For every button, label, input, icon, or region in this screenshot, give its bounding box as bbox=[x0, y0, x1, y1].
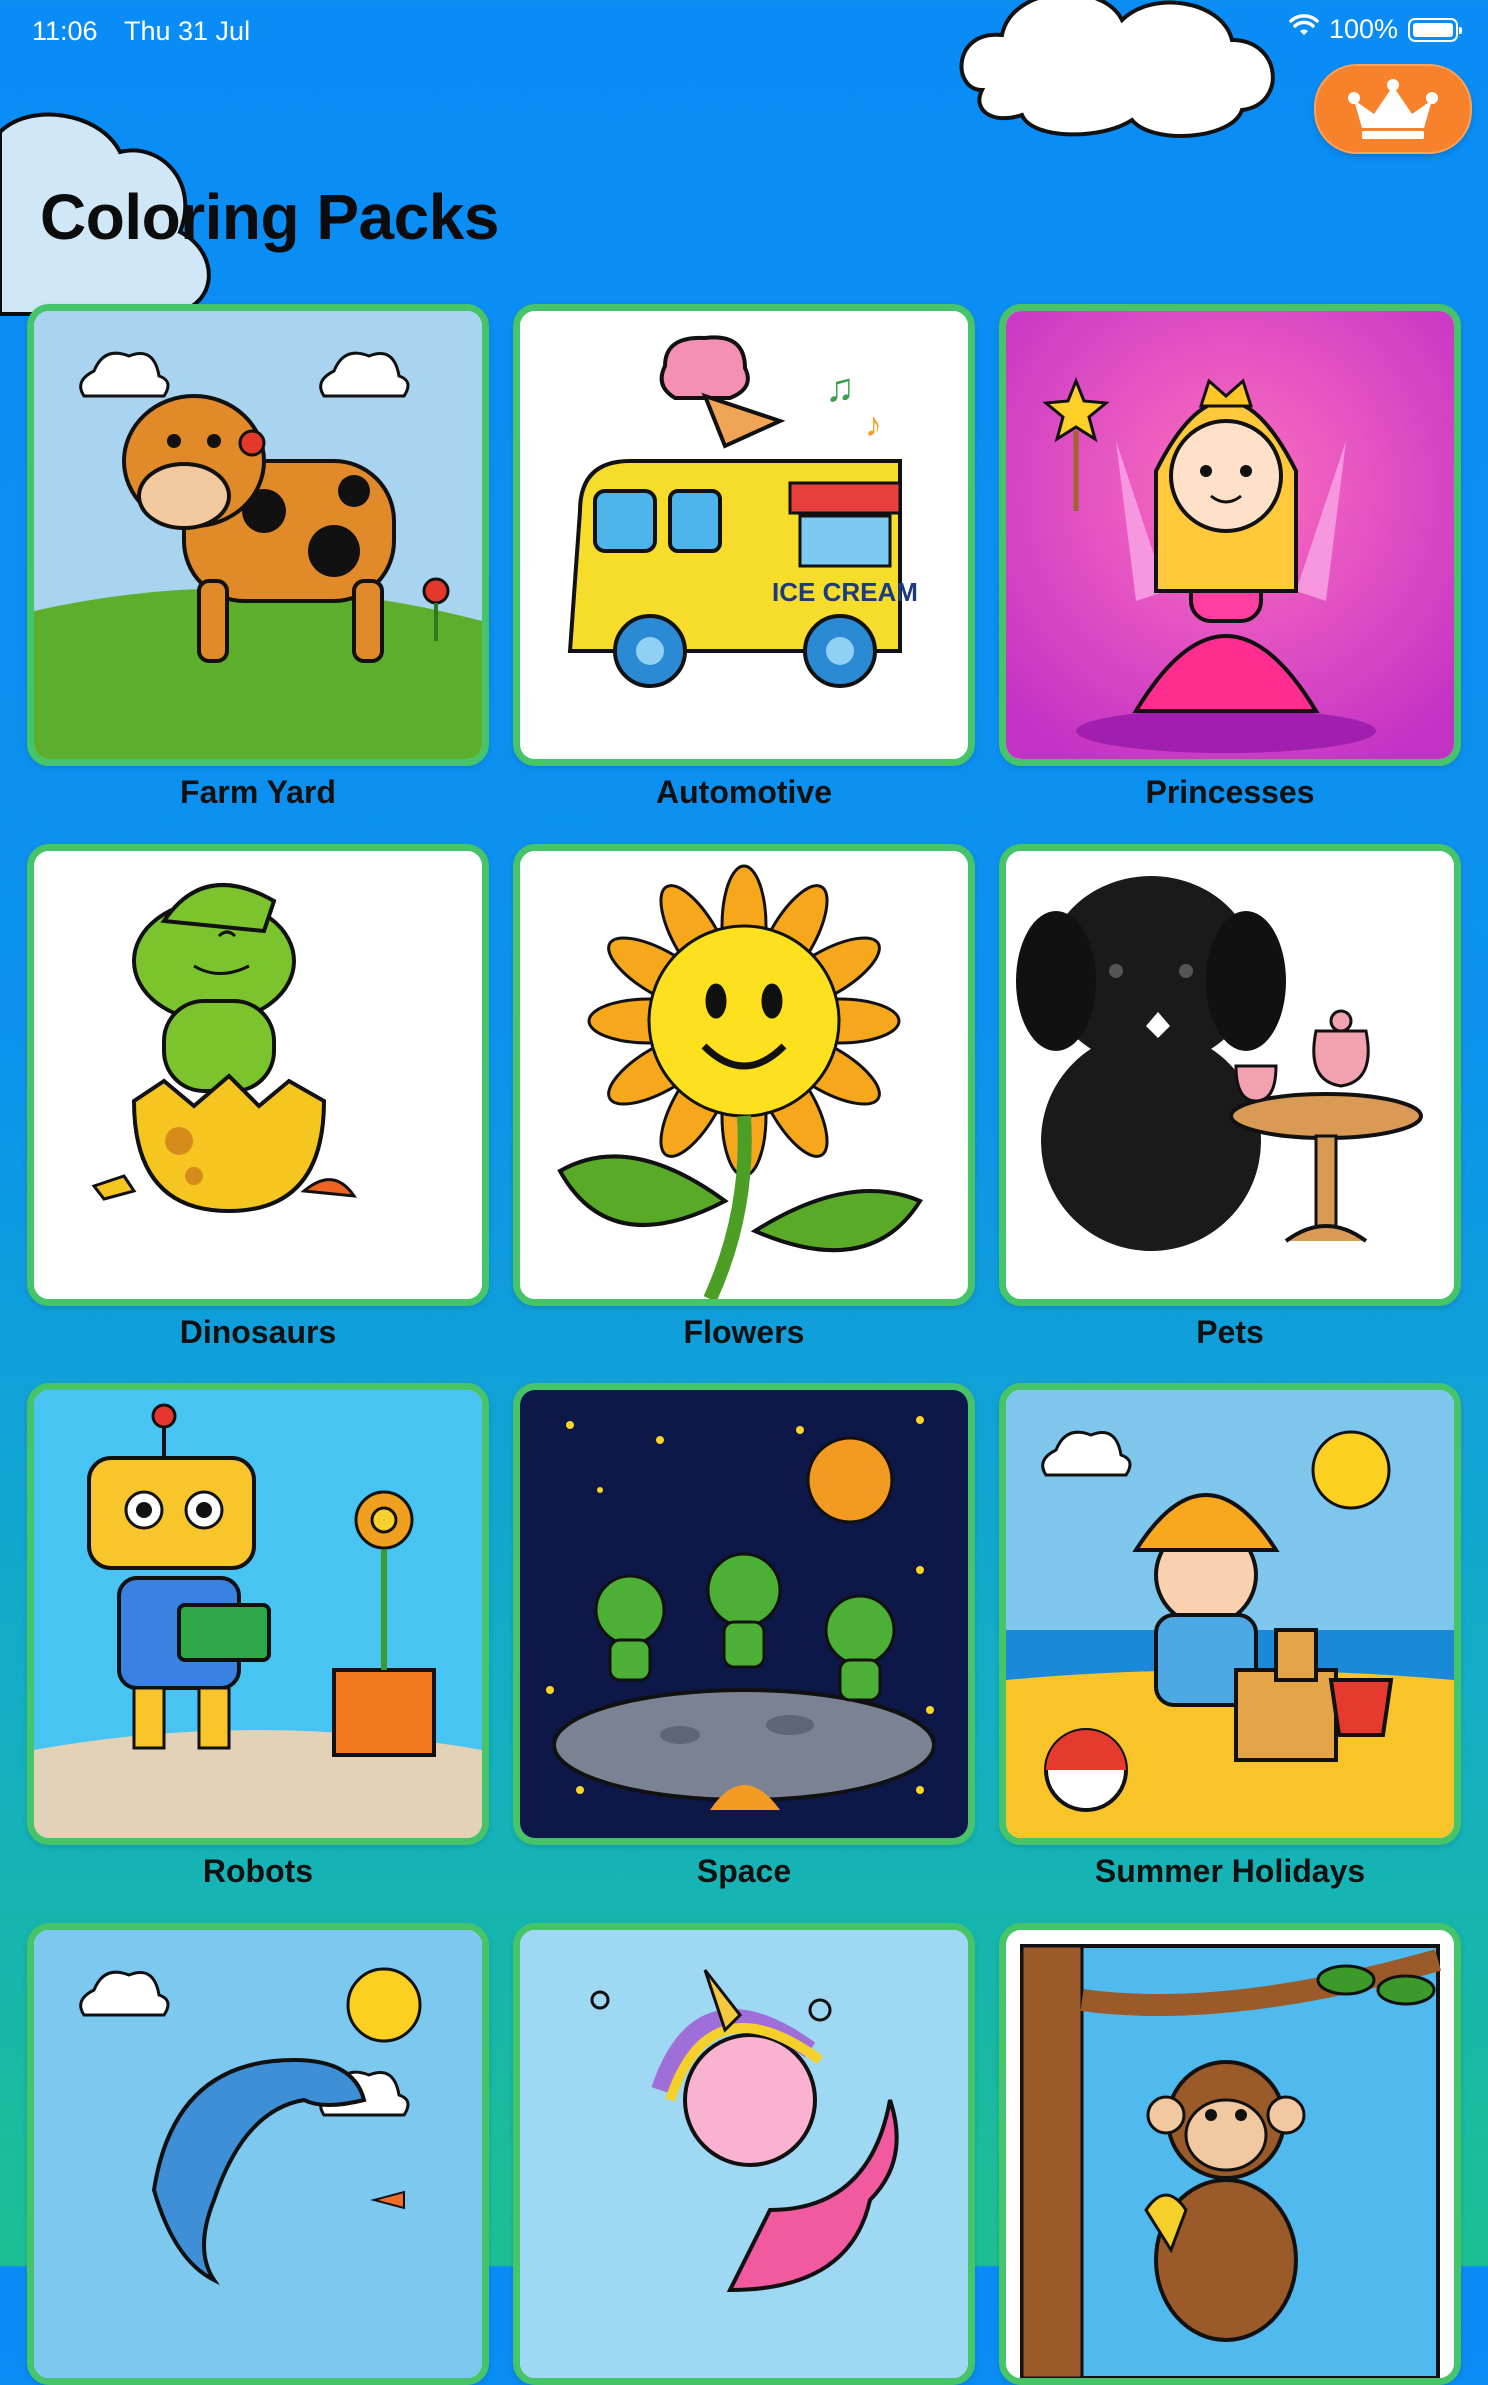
pack-card-pets[interactable] bbox=[999, 844, 1461, 1306]
svg-text:♫: ♫ bbox=[825, 366, 855, 410]
baby-dinosaur-illustration bbox=[34, 851, 482, 1299]
dolphin-illustration bbox=[34, 1930, 482, 2378]
pack-card-summer-holidays[interactable] bbox=[999, 1383, 1461, 1845]
sunflower-illustration bbox=[520, 851, 968, 1299]
pack-label[interactable]: Flowers bbox=[513, 1314, 975, 1351]
boy-building-sandcastle-illustration bbox=[1006, 1390, 1454, 1838]
van-text: ICE CREAM bbox=[772, 577, 918, 607]
pack-label[interactable]: Princesses bbox=[999, 774, 1461, 811]
pack-label[interactable]: Farm Yard bbox=[27, 774, 489, 811]
monkey-in-tree-illustration bbox=[1006, 1930, 1454, 2378]
pack-card-space[interactable] bbox=[513, 1383, 975, 1845]
pack-label[interactable]: Robots bbox=[27, 1853, 489, 1890]
black-puppy-tea-party-illustration bbox=[1006, 851, 1454, 1299]
pack-label[interactable]: Dinosaurs bbox=[27, 1314, 489, 1351]
robot-gardening-illustration bbox=[34, 1390, 482, 1838]
princess-illustration bbox=[1006, 311, 1454, 759]
pack-label[interactable]: Space bbox=[513, 1853, 975, 1890]
pack-card-automotive[interactable]: ♫ ♪ ICE CREAM bbox=[513, 304, 975, 766]
pack-label[interactable]: Summer Holidays bbox=[999, 1853, 1461, 1890]
pack-card-ocean[interactable] bbox=[27, 1923, 489, 2385]
svg-text:♪: ♪ bbox=[865, 406, 882, 444]
ice-cream-van-illustration: ♫ ♪ ICE CREAM bbox=[520, 311, 968, 759]
pack-card-jungle[interactable] bbox=[999, 1923, 1461, 2385]
pack-card-flowers[interactable] bbox=[513, 844, 975, 1306]
aliens-on-moon-illustration bbox=[520, 1390, 968, 1838]
pack-card-unicorns[interactable] bbox=[513, 1923, 975, 2385]
pack-card-farm-yard[interactable] bbox=[27, 304, 489, 766]
pack-card-robots[interactable] bbox=[27, 1383, 489, 1845]
pack-label[interactable]: Pets bbox=[999, 1314, 1461, 1351]
unicorn-mermaid-illustration bbox=[520, 1930, 968, 2378]
packs-grid: Farm Yard ♫ ♪ ICE CREAM Automotive Princ… bbox=[0, 0, 1488, 2385]
pack-card-dinosaurs[interactable] bbox=[27, 844, 489, 1306]
cow-illustration bbox=[34, 311, 482, 759]
pack-card-princesses[interactable] bbox=[999, 304, 1461, 766]
pack-label[interactable]: Automotive bbox=[513, 774, 975, 811]
